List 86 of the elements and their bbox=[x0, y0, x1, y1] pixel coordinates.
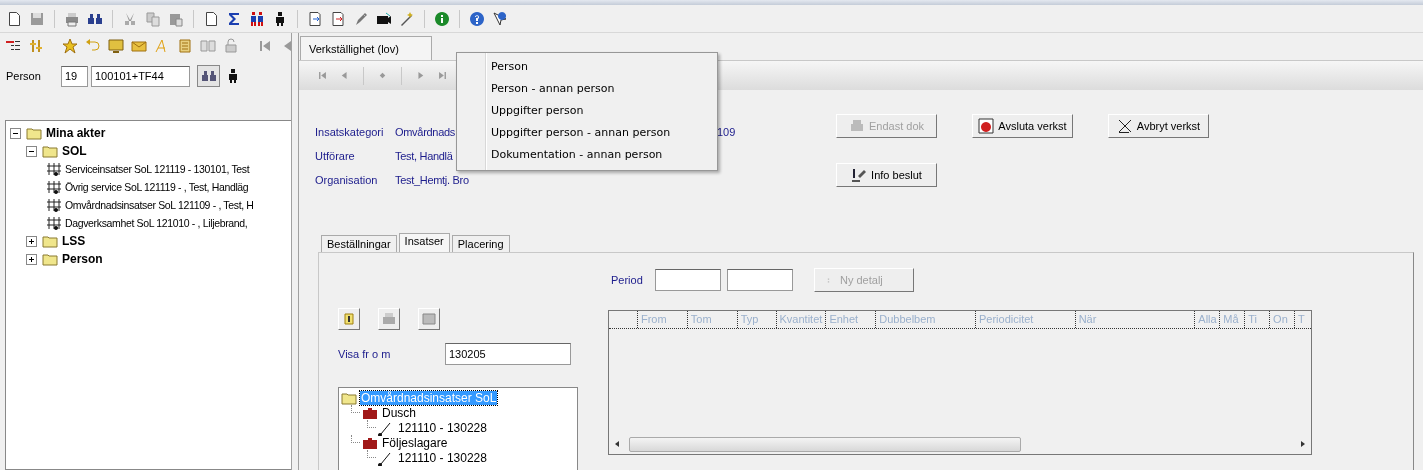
last-icon[interactable] bbox=[437, 70, 448, 82]
person-number-field[interactable]: 19 bbox=[61, 65, 88, 87]
help-icon[interactable] bbox=[469, 10, 485, 27]
expand-toggle[interactable] bbox=[26, 253, 37, 265]
people-icon[interactable] bbox=[249, 10, 265, 27]
wand-icon[interactable] bbox=[399, 10, 415, 27]
scrollbar-thumb[interactable] bbox=[629, 436, 1021, 452]
grid-icon bbox=[46, 179, 62, 195]
grid-icon bbox=[46, 161, 62, 177]
window-icon bbox=[421, 311, 437, 327]
document-arrow-icon[interactable] bbox=[307, 10, 323, 27]
action-button[interactable]: Info beslut bbox=[836, 163, 937, 188]
envelope-icon[interactable] bbox=[131, 38, 147, 54]
tab[interactable]: Placering bbox=[451, 235, 510, 252]
document-icon[interactable] bbox=[203, 10, 219, 27]
help-pointer-icon[interactable] bbox=[492, 10, 508, 27]
tree-item[interactable]: LSS bbox=[62, 234, 86, 248]
typewriter-button[interactable] bbox=[378, 308, 400, 330]
field-label: Utförare bbox=[315, 150, 356, 163]
folder-icon bbox=[42, 251, 58, 267]
action-button[interactable]: Avsluta verkst bbox=[972, 114, 1073, 139]
sigma-icon[interactable] bbox=[226, 10, 242, 27]
first-icon[interactable] bbox=[317, 70, 328, 82]
action-button[interactable]: Avbryt verkst bbox=[1108, 114, 1209, 139]
menu-item[interactable]: Uppgifter person - annan person bbox=[457, 122, 717, 144]
pen-icon[interactable] bbox=[353, 10, 369, 27]
show-from-field[interactable]: 130205 bbox=[445, 343, 571, 365]
grid-icon bbox=[46, 215, 62, 231]
star-icon[interactable] bbox=[62, 38, 78, 54]
grid-icon bbox=[46, 197, 62, 213]
document-arrow-icon[interactable] bbox=[330, 10, 346, 27]
save-icon[interactable] bbox=[29, 10, 45, 27]
tab[interactable]: Insatser bbox=[398, 233, 450, 252]
scroll-left-icon[interactable] bbox=[613, 440, 621, 448]
folder-icon bbox=[26, 125, 42, 141]
person-label: Person bbox=[6, 70, 42, 82]
period-to-field[interactable] bbox=[727, 269, 793, 291]
stop-sign-icon bbox=[978, 118, 995, 135]
search-button[interactable] bbox=[197, 65, 220, 87]
tree-item[interactable]: SOL bbox=[62, 144, 87, 158]
crossed-tool-icon bbox=[1116, 118, 1133, 135]
first-icon[interactable] bbox=[257, 38, 273, 54]
tree-item[interactable]: Mina akter bbox=[46, 126, 106, 140]
field-value: 109 bbox=[717, 126, 736, 139]
tree-item[interactable]: Serviceinsatser SoL 121119 - 130101, Test bbox=[65, 163, 250, 175]
tree-item[interactable]: 121110 - 130228 bbox=[397, 420, 488, 435]
previous-icon[interactable] bbox=[339, 70, 350, 82]
new-document-icon[interactable] bbox=[6, 10, 22, 27]
next-icon[interactable] bbox=[415, 70, 426, 82]
menu-item[interactable]: Dokumentation - annan person bbox=[457, 144, 717, 166]
tree-item[interactable]: Följeslagare bbox=[381, 435, 449, 450]
field-label: Organisation bbox=[315, 174, 379, 187]
field-value: Omvårdnads bbox=[395, 126, 455, 139]
binoculars-icon bbox=[200, 68, 217, 84]
tree-item[interactable]: Dusch bbox=[381, 405, 417, 420]
show-from-label: Visa fr o m bbox=[338, 348, 392, 360]
print-icon[interactable] bbox=[64, 10, 80, 27]
field-value: Test, Handlä bbox=[395, 150, 453, 163]
collapse-toggle[interactable] bbox=[26, 145, 37, 157]
field-value: Test_Hemtj. Bro bbox=[395, 174, 469, 187]
folder-icon bbox=[42, 143, 58, 159]
period-label: Period bbox=[611, 274, 644, 286]
tree-item[interactable]: 121110 - 130228 bbox=[397, 450, 488, 465]
typewriter-icon bbox=[381, 311, 397, 327]
menu-item[interactable]: Person - annan person bbox=[457, 78, 717, 100]
folder-icon bbox=[42, 233, 58, 249]
document-tab[interactable]: Verkställighet (lov) bbox=[300, 36, 432, 61]
period-from-field[interactable] bbox=[655, 269, 721, 291]
info-icon[interactable] bbox=[434, 10, 450, 27]
field-label: Insatskategori bbox=[315, 126, 385, 139]
scroll-right-icon[interactable] bbox=[1299, 440, 1307, 448]
camera-icon[interactable] bbox=[376, 10, 392, 27]
window-button[interactable] bbox=[418, 308, 440, 330]
menu-item[interactable]: Uppgifter person bbox=[457, 100, 717, 122]
tree-item[interactable]: Omvårdnadsinsatser SoL 121109 - , Test, H bbox=[65, 199, 254, 211]
add-button[interactable] bbox=[338, 308, 360, 330]
collapse-toggle[interactable] bbox=[10, 127, 21, 139]
tab[interactable]: Beställningar bbox=[321, 235, 397, 252]
monitor-icon[interactable] bbox=[108, 38, 124, 54]
tree-item[interactable]: Övrig service SoL 121119 - , Test, Handläg bbox=[65, 181, 249, 193]
expand-toggle[interactable] bbox=[26, 235, 37, 247]
tree-item[interactable]: Person bbox=[62, 252, 103, 266]
person-id-field[interactable]: 100101+TF44 bbox=[91, 65, 190, 87]
tree-item[interactable]: Dagverksamhet SoL 121010 - , Liljebrand, bbox=[65, 217, 248, 229]
menu-item[interactable]: Person bbox=[457, 56, 717, 78]
sliders-icon[interactable] bbox=[28, 38, 44, 54]
